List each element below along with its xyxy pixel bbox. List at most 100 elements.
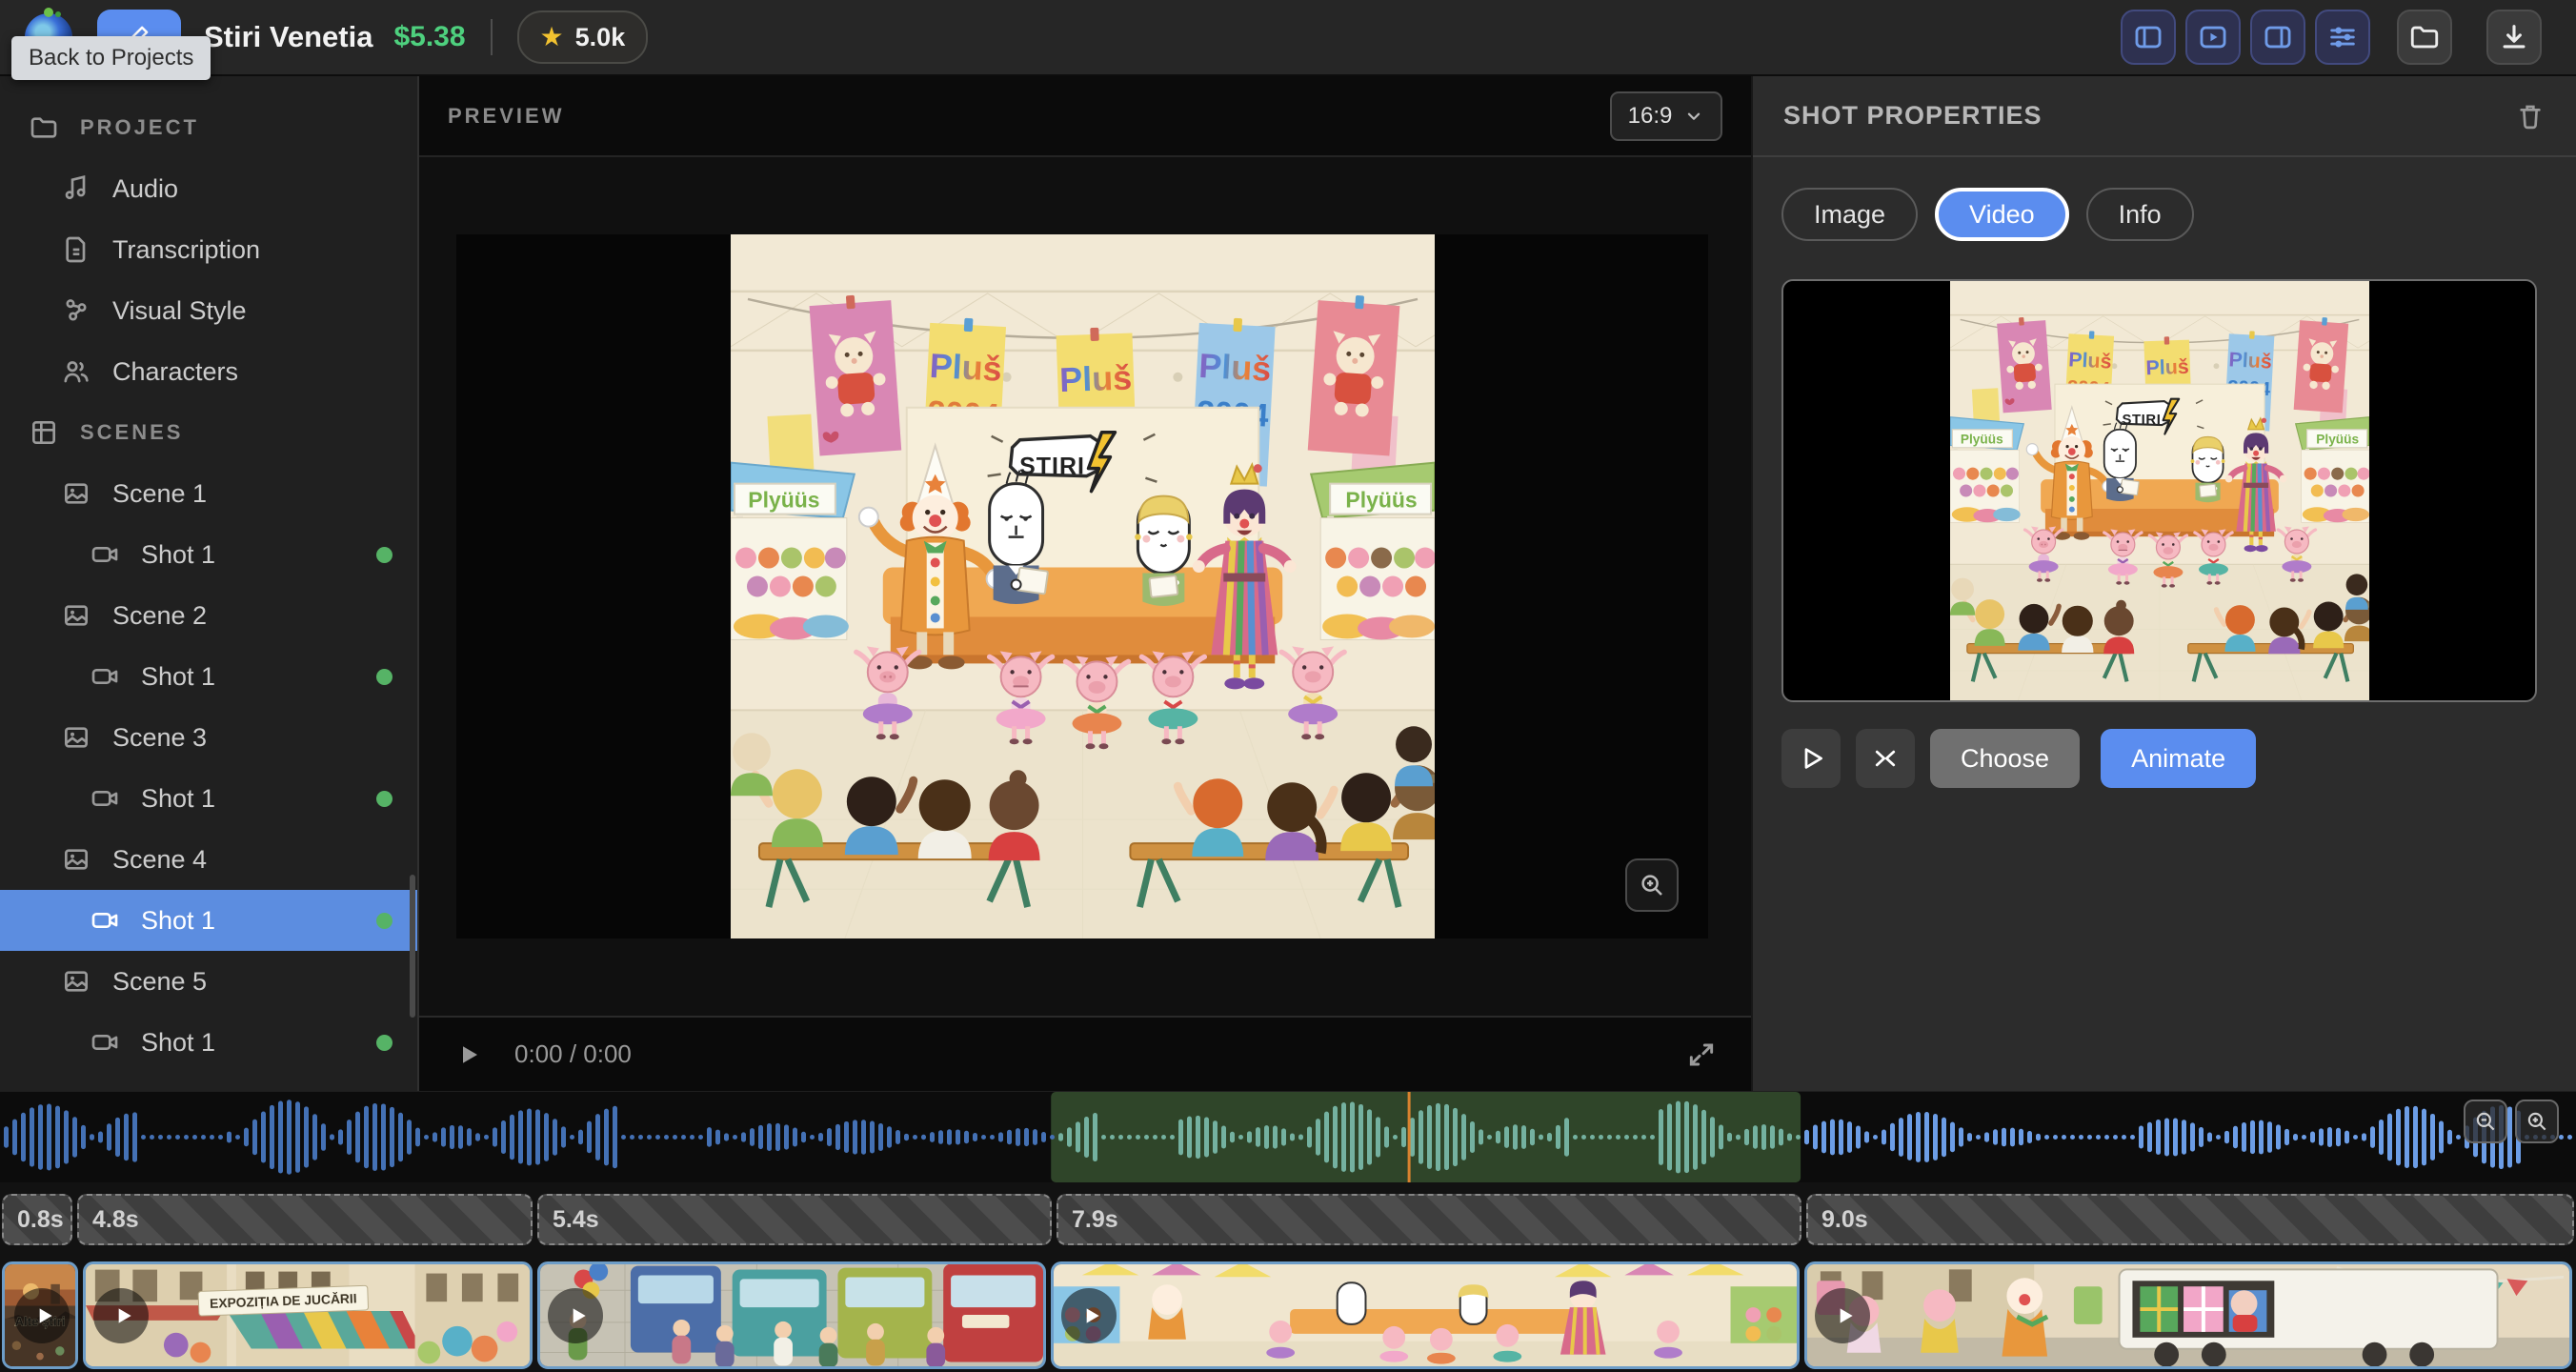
status-dot: [376, 1035, 392, 1051]
animate-button[interactable]: Animate: [2101, 729, 2256, 788]
choose-button[interactable]: Choose: [1930, 729, 2080, 788]
sidebar-item-scene-2[interactable]: Scene 2: [0, 585, 417, 646]
export-download-button[interactable]: [2486, 10, 2542, 65]
clip-venice-sunset[interactable]: Alte știri: [2, 1261, 78, 1369]
timeline-zoom-in-button[interactable]: [2515, 1100, 2559, 1143]
sidebar-item-scene-3-shot-1[interactable]: Shot 1: [0, 768, 417, 829]
video-camera-icon: [90, 661, 120, 692]
status-dot: [376, 669, 392, 685]
download-icon: [2498, 21, 2530, 53]
style-dots-icon: [61, 295, 91, 326]
users-icon: [61, 356, 91, 387]
sidebar-scrollbar[interactable]: [410, 875, 415, 1018]
video-camera-icon: [90, 539, 120, 570]
play-outline-icon: [1797, 744, 1825, 773]
clip-fair-stage-show[interactable]: [1051, 1261, 1800, 1369]
back-to-projects-tooltip: Back to Projects: [11, 36, 211, 80]
status-dot: [376, 791, 392, 807]
segment-4[interactable]: 7.9s: [1057, 1194, 1801, 1245]
tab-image[interactable]: Image: [1781, 188, 1918, 241]
aspect-ratio-select[interactable]: 16:9: [1610, 91, 1722, 141]
chevron-down-icon: [1683, 106, 1704, 127]
toggle-right-panel-button[interactable]: [2250, 10, 2305, 65]
play-icon: [1832, 1303, 1857, 1328]
sidebar-item-scene-1-shot-1[interactable]: Shot 1: [0, 524, 417, 585]
toggle-left-panel-button[interactable]: [2121, 10, 2176, 65]
play-icon: [31, 1303, 56, 1328]
magnifier-plus-icon: [2525, 1109, 2549, 1134]
preview-transport-bar: 0:00 / 0:00: [419, 1016, 1751, 1091]
sidebar-item-scene-4[interactable]: Scene 4: [0, 829, 417, 890]
segment-5[interactable]: 9.0s: [1806, 1194, 2574, 1245]
panel-left-icon: [2132, 21, 2164, 53]
shot-properties-panel: SHOT PROPERTIES Image Video Info Choose …: [1751, 76, 2576, 1091]
clip-play-overlay[interactable]: [93, 1288, 149, 1343]
image-icon: [61, 478, 91, 509]
clip-play-overlay[interactable]: [1815, 1288, 1870, 1343]
sidebar-item-scene-3[interactable]: Scene 3: [0, 707, 417, 768]
play-shot-button[interactable]: [1781, 729, 1841, 788]
play-icon: [1078, 1303, 1103, 1328]
play-icon: [111, 1303, 135, 1328]
delete-shot-button[interactable]: [2515, 101, 2546, 131]
status-dot: [376, 547, 392, 563]
clip-play-overlay[interactable]: [548, 1288, 603, 1343]
clip-play-overlay[interactable]: [1061, 1288, 1117, 1343]
play-icon: [565, 1303, 590, 1328]
clip-truck-loading[interactable]: [1804, 1261, 2572, 1369]
preview-title: PREVIEW: [448, 104, 564, 129]
trim-icon: [1871, 744, 1900, 773]
project-title: Stiri Venetia: [204, 20, 372, 54]
sidebar-item-characters[interactable]: Characters: [0, 341, 417, 402]
project-files-button[interactable]: [2397, 10, 2452, 65]
timeline: 0.8s 4.8s 5.4s 7.9s 9.0s Alte știri: [0, 1091, 2576, 1372]
preview-stage[interactable]: [456, 234, 1708, 938]
topbar-actions: [2121, 10, 2542, 65]
play-button[interactable]: [453, 1040, 482, 1069]
zoom-preview-button[interactable]: [1625, 858, 1679, 912]
timeline-zoom-out-button[interactable]: [2464, 1100, 2507, 1143]
status-dot: [376, 913, 392, 929]
shot-video-thumbnail[interactable]: [1781, 279, 2537, 702]
tab-video[interactable]: Video: [1935, 188, 2069, 241]
clip-play-overlay[interactable]: [14, 1288, 70, 1343]
sidebar-item-scene-1[interactable]: Scene 1: [0, 463, 417, 524]
sidebar-item-visual-style[interactable]: Visual Style: [0, 280, 417, 341]
sidebar-item-audio[interactable]: Audio: [0, 158, 417, 219]
folder-icon: [29, 112, 59, 143]
toggle-preview-panel-button[interactable]: [2185, 10, 2241, 65]
folder-icon: [2408, 21, 2441, 53]
playback-time: 0:00 / 0:00: [514, 1039, 632, 1069]
sidebar-item-scene-5-shot-1[interactable]: Shot 1: [0, 1012, 417, 1073]
segment-1[interactable]: 0.8s: [2, 1194, 72, 1245]
video-camera-icon: [90, 1027, 120, 1058]
sidebar-item-scene-2-shot-1[interactable]: Shot 1: [0, 646, 417, 707]
trim-shot-button[interactable]: [1856, 729, 1915, 788]
segment-3[interactable]: 5.4s: [537, 1194, 1052, 1245]
sidebar: PROJECT Audio Transcription Visual Style…: [0, 76, 419, 1091]
tab-info[interactable]: Info: [2086, 188, 2194, 241]
star-icon: ★: [540, 24, 564, 50]
magnifier-minus-icon: [2473, 1109, 2498, 1134]
preview-header: PREVIEW 16:9: [419, 76, 1751, 157]
credits-badge[interactable]: ★ 5.0k: [517, 10, 649, 64]
project-budget: $5.38: [393, 21, 465, 53]
playhead[interactable]: [1408, 1092, 1411, 1182]
timeline-segments: 0.8s 4.8s 5.4s 7.9s 9.0s: [2, 1194, 2574, 1245]
sidebar-item-scene-5[interactable]: Scene 5: [0, 951, 417, 1012]
clip-buses-arrival[interactable]: [537, 1261, 1046, 1369]
magnifier-plus-icon: [1638, 871, 1666, 899]
image-icon: [61, 722, 91, 753]
image-icon: [61, 844, 91, 875]
toggle-timeline-panel-button[interactable]: [2315, 10, 2370, 65]
clip-toy-expo-street[interactable]: EXPOZIȚIA DE JUCĂRII: [83, 1261, 533, 1369]
sidebar-section-scenes: SCENES: [0, 402, 417, 463]
audio-waveform[interactable]: [0, 1091, 2576, 1182]
segment-2[interactable]: 4.8s: [77, 1194, 533, 1245]
shot-video-frame: [1950, 281, 2369, 700]
sidebar-item-scene-4-shot-1[interactable]: Shot 1: [0, 890, 417, 951]
fullscreen-button[interactable]: [1686, 1039, 1717, 1070]
sidebar-item-transcription[interactable]: Transcription: [0, 219, 417, 280]
shot-properties-header: SHOT PROPERTIES: [1753, 76, 2576, 157]
shot-properties-title: SHOT PROPERTIES: [1783, 101, 2043, 131]
